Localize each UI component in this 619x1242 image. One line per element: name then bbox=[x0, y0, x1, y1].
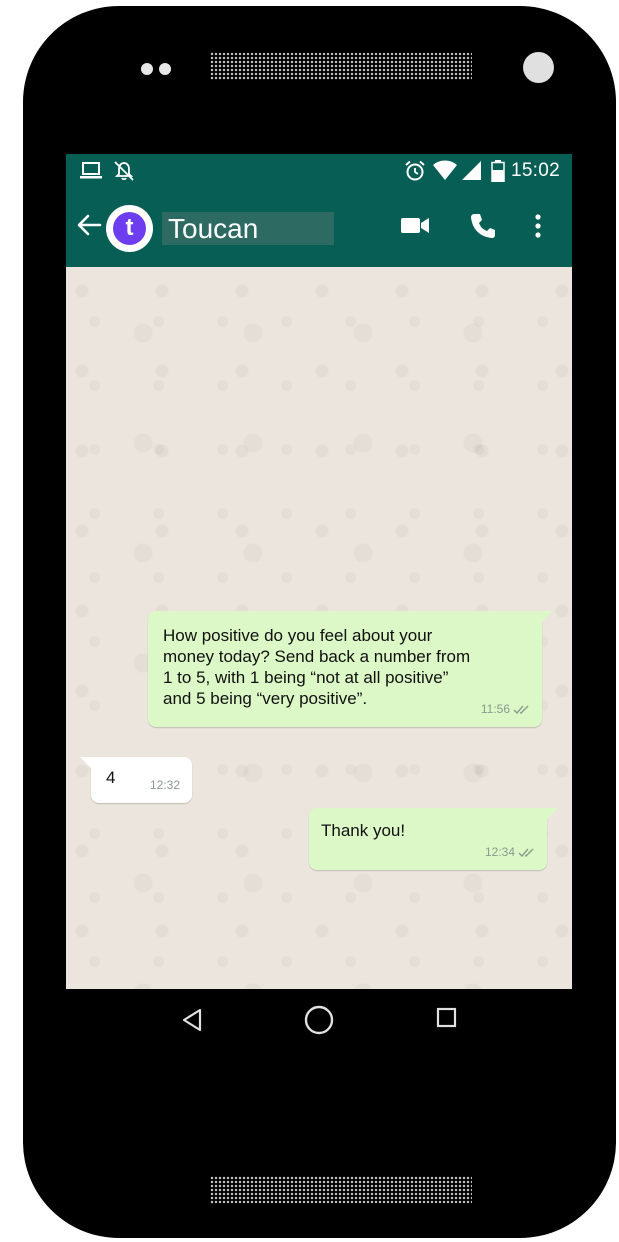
chat-header: t Toucan bbox=[66, 187, 572, 267]
message-line: How positive do you feel about your bbox=[163, 626, 433, 645]
message-bubble-outgoing[interactable]: Thank you! 12:34 bbox=[309, 808, 558, 870]
double-check-icon bbox=[513, 705, 529, 714]
message-text: Thank you! bbox=[321, 821, 406, 840]
avatar-letter: t bbox=[113, 212, 146, 245]
message-meta: 12:34 bbox=[485, 842, 535, 863]
laptop-icon bbox=[80, 161, 134, 181]
notifications-off-icon bbox=[114, 161, 134, 181]
nav-home-icon[interactable] bbox=[303, 1004, 335, 1036]
message-bubble-outgoing[interactable]: How positive do you feel about your mone… bbox=[148, 611, 553, 727]
message-line: money today? Send back a number from bbox=[163, 647, 471, 666]
signal-icon bbox=[461, 161, 481, 180]
wifi-icon bbox=[432, 160, 457, 180]
message-time: 12:32 bbox=[149, 778, 180, 792]
nav-recents-icon[interactable] bbox=[436, 1007, 458, 1029]
alarm-icon bbox=[405, 160, 425, 181]
video-call-icon[interactable] bbox=[400, 213, 430, 239]
message-time: 11:56 bbox=[480, 702, 510, 716]
contact-name-area[interactable]: Toucan bbox=[162, 212, 334, 245]
back-arrow-icon[interactable] bbox=[76, 212, 102, 238]
front-camera bbox=[523, 52, 554, 83]
bottom-speaker-grille bbox=[210, 1176, 472, 1204]
chat-area[interactable]: How positive do you feel about your mone… bbox=[66, 267, 572, 1054]
status-bar: 15:02 bbox=[66, 154, 572, 187]
message-line: and 5 being “very positive”. bbox=[163, 689, 368, 708]
message-line: 1 to 5, with 1 being “not at all positiv… bbox=[163, 668, 449, 687]
status-time: 15:02 bbox=[510, 160, 560, 181]
phone-icon[interactable] bbox=[470, 213, 496, 239]
message-meta: 12:32 bbox=[150, 775, 180, 796]
nav-back-icon[interactable] bbox=[180, 1007, 204, 1033]
message-text: How positive do you feel about your mone… bbox=[163, 625, 533, 709]
sensor-dots bbox=[141, 62, 177, 80]
message-bubble-incoming[interactable]: 4 12:32 bbox=[80, 757, 192, 803]
system-navigation-bar bbox=[66, 989, 572, 1054]
contact-name: Toucan bbox=[168, 213, 259, 244]
avatar[interactable]: t bbox=[106, 205, 153, 252]
phone-screen: 15:02 t Toucan How positive do you feel … bbox=[66, 154, 572, 1054]
message-time: 12:34 bbox=[484, 845, 515, 859]
top-speaker-grille bbox=[210, 52, 472, 80]
battery-icon bbox=[491, 160, 505, 182]
message-text: 4 bbox=[106, 768, 116, 787]
double-check-icon bbox=[518, 848, 534, 857]
message-meta: 11:56 bbox=[481, 699, 530, 720]
more-vert-icon[interactable] bbox=[532, 213, 544, 241]
